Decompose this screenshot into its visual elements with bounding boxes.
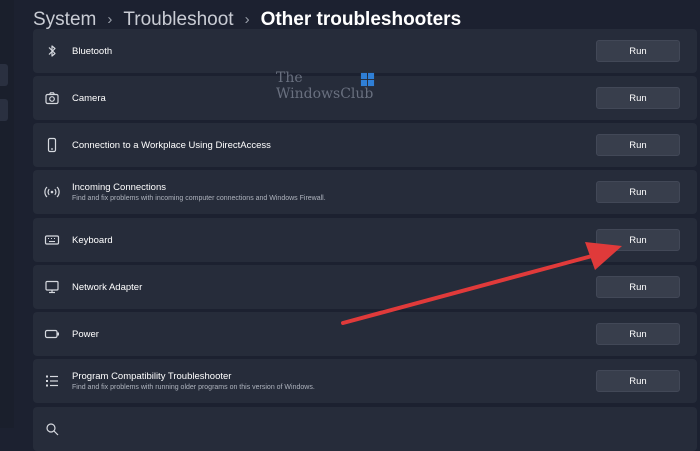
troubleshooter-title: Power bbox=[72, 328, 99, 340]
page-title: Other troubleshooters bbox=[260, 9, 462, 30]
troubleshooter-row-keyboard: Keyboard Run bbox=[33, 218, 697, 262]
run-button-power[interactable]: Run bbox=[596, 323, 680, 345]
breadcrumb-troubleshoot[interactable]: Troubleshoot bbox=[123, 9, 233, 31]
troubleshooter-row-bluetooth: Bluetooth Run bbox=[33, 29, 697, 73]
troubleshooter-title: Camera bbox=[72, 92, 106, 104]
bluetooth-icon bbox=[44, 43, 60, 59]
breadcrumb-system[interactable]: System bbox=[33, 9, 96, 31]
nav-item-tab[interactable] bbox=[0, 64, 8, 86]
list-icon bbox=[44, 373, 60, 389]
troubleshooter-title: Connection to a Workplace Using DirectAc… bbox=[72, 139, 271, 151]
troubleshooter-row-power: Power Run bbox=[33, 312, 697, 356]
breadcrumb-separator: › bbox=[244, 10, 250, 28]
troubleshooter-title: Network Adapter bbox=[72, 281, 143, 293]
run-button-incoming-connections[interactable]: Run bbox=[596, 181, 680, 203]
navigation-pane-edge bbox=[0, 0, 14, 428]
run-button-camera[interactable]: Run bbox=[596, 87, 680, 109]
run-button-network-adapter[interactable]: Run bbox=[596, 276, 680, 298]
run-button-keyboard[interactable]: Run bbox=[596, 229, 680, 251]
battery-icon bbox=[44, 326, 60, 342]
troubleshooter-title: Keyboard bbox=[72, 234, 113, 246]
watermark-text: The bbox=[276, 70, 303, 86]
run-button-program-compatibility[interactable]: Run bbox=[596, 370, 680, 392]
troubleshooter-title: Bluetooth bbox=[72, 45, 113, 57]
troubleshooter-row-network-adapter: Network Adapter Run bbox=[33, 265, 697, 309]
troubleshooter-row-incoming-connections: Incoming Connections Find and fix proble… bbox=[33, 170, 697, 214]
watermark-text: WindowsClub bbox=[276, 86, 374, 102]
run-button-bluetooth[interactable]: Run bbox=[596, 40, 680, 62]
wireless-signal-icon bbox=[44, 184, 60, 200]
troubleshooter-title: Incoming Connections bbox=[72, 181, 166, 193]
troubleshooter-row-partial bbox=[33, 407, 697, 451]
watermark: The WindowsClub bbox=[276, 70, 376, 110]
troubleshooter-row-directaccess: Connection to a Workplace Using DirectAc… bbox=[33, 123, 697, 167]
nav-item-tab[interactable] bbox=[0, 99, 8, 121]
search-icon bbox=[44, 421, 60, 437]
troubleshooter-row-program-compatibility: Program Compatibility Troubleshooter Fin… bbox=[33, 359, 697, 403]
troubleshooter-description: Find and fix problems with incoming comp… bbox=[72, 194, 326, 202]
troubleshooter-title: Program Compatibility Troubleshooter bbox=[72, 370, 232, 382]
phone-icon bbox=[44, 137, 60, 153]
run-button-directaccess[interactable]: Run bbox=[596, 134, 680, 156]
keyboard-icon bbox=[44, 232, 60, 248]
troubleshooter-description: Find and fix problems with running older… bbox=[72, 383, 315, 391]
breadcrumb-separator: › bbox=[107, 10, 113, 28]
monitor-icon bbox=[44, 279, 60, 295]
windows-logo-icon bbox=[360, 72, 375, 87]
camera-icon bbox=[44, 90, 60, 106]
